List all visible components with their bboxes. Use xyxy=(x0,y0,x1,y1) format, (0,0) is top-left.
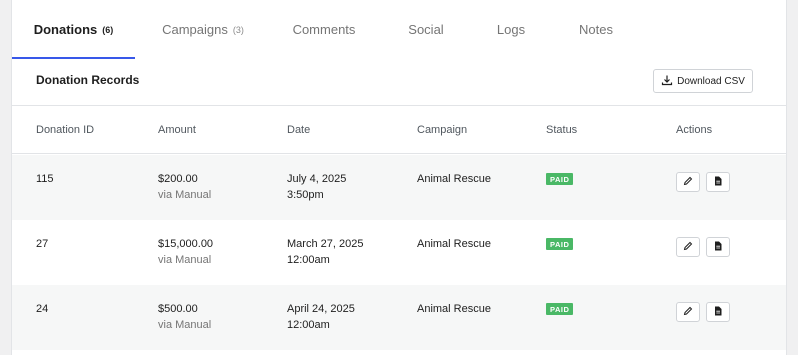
payment-method: via Manual xyxy=(158,189,212,201)
download-csv-label: Download CSV xyxy=(677,75,745,87)
status-badge: PAID xyxy=(546,173,574,185)
column-header-date: Date xyxy=(287,124,311,136)
edit-button[interactable] xyxy=(676,172,700,192)
tab-comments[interactable]: Comments xyxy=(282,0,366,59)
tab-label: Campaigns xyxy=(162,22,228,37)
payment-method: via Manual xyxy=(158,319,212,331)
edit-button[interactable] xyxy=(676,302,700,322)
section-title: Donation Records xyxy=(36,73,140,87)
tab-count: (6) xyxy=(102,24,114,35)
tab-donations[interactable]: Donations (6) xyxy=(12,0,135,59)
amount-cell: $500.00 via Manual xyxy=(158,301,211,333)
status-badge: PAID xyxy=(546,238,574,250)
date-cell: April 24, 2025 12:00am xyxy=(287,301,355,333)
tab-label: Notes xyxy=(579,22,613,37)
time-value: 12:00am xyxy=(287,319,330,331)
column-header-status: Status xyxy=(546,124,578,136)
payment-method: via Manual xyxy=(158,254,212,266)
tab-bar: Donations (6) Campaigns (3) Comments Soc… xyxy=(12,0,786,59)
column-header-actions: Actions xyxy=(676,124,713,136)
table-header: Donation ID Amount Date Campaign Status … xyxy=(12,106,786,154)
table-row: 115 $200.00 via Manual July 4, 2025 3:50… xyxy=(12,155,786,220)
amount-value: $15,000.00 xyxy=(158,238,214,250)
time-value: 3:50pm xyxy=(287,189,324,201)
tab-count: (3) xyxy=(232,24,244,35)
date-cell: March 27, 2025 12:00am xyxy=(287,236,363,268)
tab-label: Comments xyxy=(292,22,356,37)
campaign-name: Animal Rescue xyxy=(417,238,491,250)
table-row: 27 $15,000.00 via Manual March 27, 2025 … xyxy=(12,220,786,285)
document-icon xyxy=(713,238,723,256)
tab-logs[interactable]: Logs xyxy=(484,0,538,59)
date-value: April 24, 2025 xyxy=(287,303,355,315)
pencil-icon xyxy=(683,238,693,256)
donation-id: 24 xyxy=(36,303,49,315)
column-header-donation-id: Donation ID xyxy=(36,124,95,136)
amount-cell: $200.00 via Manual xyxy=(158,171,211,203)
campaign-name: Animal Rescue xyxy=(417,303,491,315)
receipt-button[interactable] xyxy=(706,172,730,192)
download-csv-button[interactable]: Download CSV xyxy=(653,69,753,93)
edit-button[interactable] xyxy=(676,237,700,257)
column-header-amount: Amount xyxy=(158,124,196,136)
tab-label: Social xyxy=(408,22,444,37)
pencil-icon xyxy=(683,303,693,321)
tab-campaigns[interactable]: Campaigns (3) xyxy=(155,0,251,59)
donations-panel: Donations (6) Campaigns (3) Comments Soc… xyxy=(11,0,787,355)
document-icon xyxy=(713,173,723,191)
campaign-name: Animal Rescue xyxy=(417,173,491,185)
table-row: 24 $500.00 via Manual April 24, 2025 12:… xyxy=(12,285,786,350)
donation-id: 27 xyxy=(36,238,49,250)
status-badge: PAID xyxy=(546,303,574,315)
tab-label: Logs xyxy=(496,22,526,37)
time-value: 12:00am xyxy=(287,254,330,266)
amount-cell: $15,000.00 via Manual xyxy=(158,236,213,268)
tab-label: Donations xyxy=(33,22,98,37)
column-header-campaign: Campaign xyxy=(417,124,468,136)
pencil-icon xyxy=(683,173,693,191)
donation-id: 115 xyxy=(36,173,54,185)
download-icon xyxy=(661,74,673,89)
tab-notes[interactable]: Notes xyxy=(567,0,625,59)
amount-value: $500.00 xyxy=(158,303,198,315)
date-value: July 4, 2025 xyxy=(287,173,347,185)
date-value: March 27, 2025 xyxy=(287,238,364,250)
receipt-button[interactable] xyxy=(706,237,730,257)
amount-value: $200.00 xyxy=(158,173,198,185)
tab-social[interactable]: Social xyxy=(396,0,456,59)
date-cell: July 4, 2025 3:50pm xyxy=(287,171,346,203)
receipt-button[interactable] xyxy=(706,302,730,322)
document-icon xyxy=(713,303,723,321)
